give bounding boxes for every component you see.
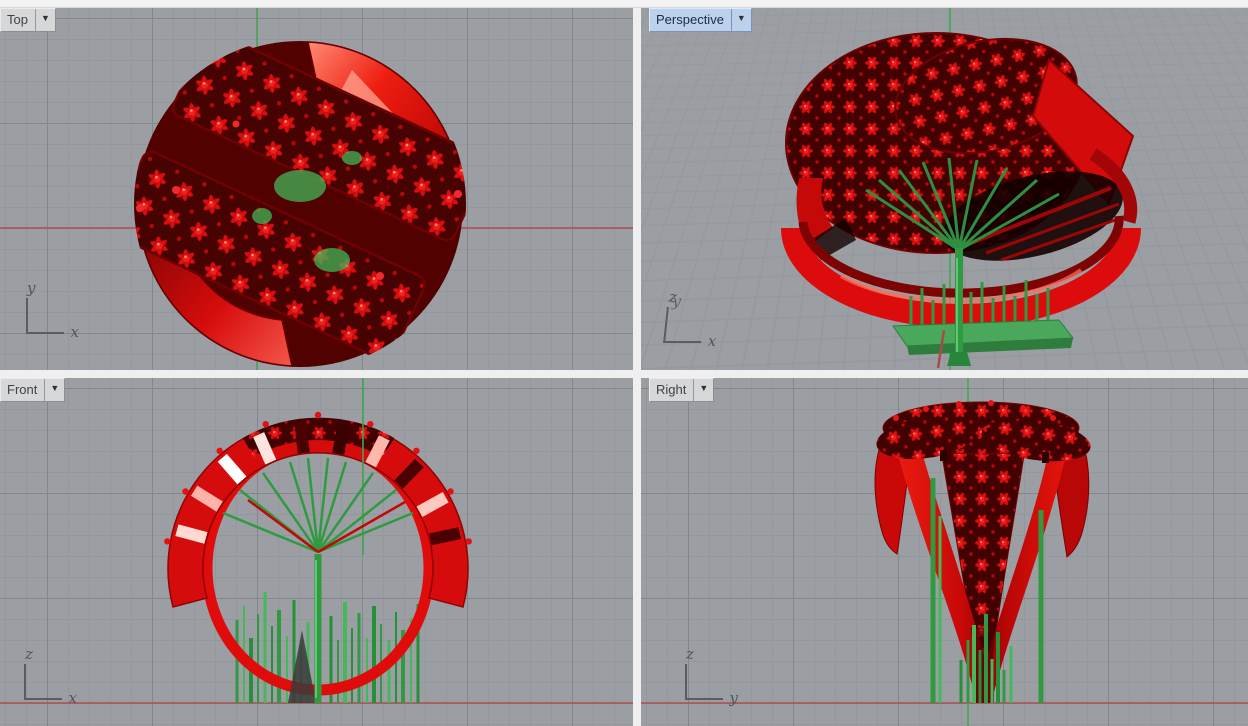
axis-up-label: y (27, 281, 35, 296)
viewport-tab-label: Front (1, 379, 44, 401)
window-top-strip (0, 0, 1248, 8)
axis-up-label: z (686, 647, 694, 662)
chevron-down-icon[interactable]: ▼ (731, 9, 751, 31)
horizontal-splitter-left[interactable] (0, 370, 633, 378)
viewport-tab-front[interactable]: Front ▼ (0, 378, 65, 402)
chevron-down-icon[interactable]: ▼ (35, 9, 55, 31)
horizontal-splitter-right[interactable] (641, 370, 1248, 378)
ring-funnel (874, 400, 1094, 703)
red-strut (248, 500, 318, 552)
ring-body (108, 29, 490, 367)
axis-indicator: y x (26, 298, 64, 334)
viewport-tab-label: Top (1, 9, 35, 31)
viewport-tab-perspective[interactable]: Perspective ▼ (649, 8, 752, 32)
viewport-top[interactable]: Top ▼ y x (0, 8, 633, 370)
axis-up-overlap-label: y (672, 294, 682, 309)
vertical-splitter[interactable] (633, 8, 641, 726)
viewport-tab-label: Perspective (650, 9, 731, 31)
axis-indicator: z x (24, 664, 62, 700)
viewport-tab-right[interactable]: Right ▼ (649, 378, 714, 402)
app-window: Top ▼ y x (0, 0, 1248, 726)
axis-up-label: z (25, 647, 33, 662)
axis-right-label: x (707, 334, 717, 349)
viewport-tab-label: Right (650, 379, 693, 401)
axis-right-label: y (730, 691, 738, 706)
axis-indicator: z y x (663, 307, 705, 343)
viewport-tab-top[interactable]: Top ▼ (0, 8, 56, 32)
axis-right-label: x (71, 325, 79, 340)
ring-model-perspective-view (641, 8, 1248, 370)
chevron-down-icon[interactable]: ▼ (693, 379, 713, 401)
dark-cone (288, 630, 316, 703)
chevron-down-icon[interactable]: ▼ (44, 379, 64, 401)
viewport-perspective[interactable]: Perspective ▼ z y x (641, 8, 1248, 370)
axis-right-label: x (69, 691, 77, 706)
ring-model-right-view (641, 378, 1248, 726)
ring-model-top-view (0, 8, 633, 370)
axis-indicator: z y (685, 664, 723, 700)
viewport-grid: Top ▼ y x (0, 8, 1248, 726)
ring-model-front-view (0, 378, 633, 726)
viewport-right[interactable]: Right ▼ z y (641, 378, 1248, 726)
viewport-front[interactable]: Front ▼ z x (0, 378, 633, 726)
